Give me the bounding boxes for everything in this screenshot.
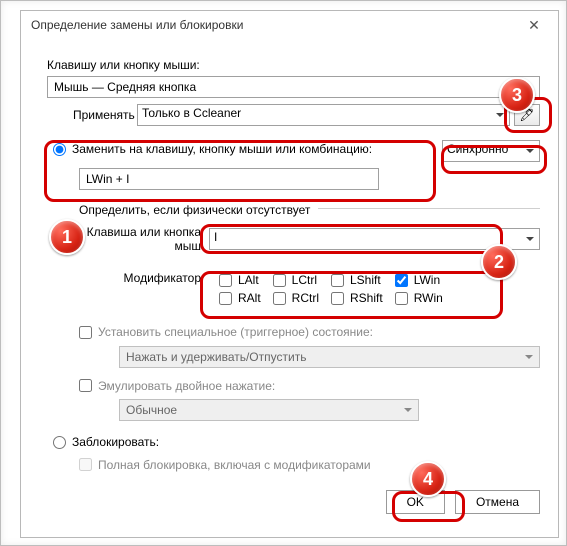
block-radio[interactable]: Заблокировать: <box>53 435 159 449</box>
full-block-check: Полная блокировка, включая с модификатор… <box>79 458 371 472</box>
emulate-double-check[interactable]: Эмулировать двойное нажатие: <box>79 379 275 393</box>
mod-lctrl[interactable]: LCtrl <box>273 273 319 287</box>
window-title: Определение замены или блокировки <box>31 18 243 32</box>
ok-button[interactable]: OK <box>386 490 445 514</box>
key-or-mouse-button-label: Клавиша или кнопка мыш <box>79 225 209 253</box>
replace-radio[interactable]: Заменить на клавишу, кнопку мыши или ком… <box>53 142 372 156</box>
mod-lalt[interactable]: LAlt <box>219 273 261 287</box>
picker-button[interactable]: 🖊 <box>514 104 540 126</box>
picker-icon: 🖊 <box>519 108 534 122</box>
sync-mode-select[interactable]: Синхронно <box>442 140 540 162</box>
replace-value-input[interactable] <box>79 168 379 190</box>
mod-ralt[interactable]: RAlt <box>219 291 261 305</box>
apply-to-label: Применять <box>47 108 137 122</box>
apply-to-select[interactable]: Только в Ccleaner <box>137 104 510 126</box>
mod-lwin[interactable]: LWin <box>395 273 443 287</box>
close-button[interactable]: ✕ <box>518 16 550 34</box>
modifiers-label: Модификатор <box>79 267 209 285</box>
close-icon: ✕ <box>528 18 540 32</box>
mod-lshift[interactable]: LShift <box>331 273 383 287</box>
special-state-select: Нажать и удерживать/Отпустить <box>119 346 540 368</box>
mod-rctrl[interactable]: RCtrl <box>273 291 319 305</box>
key-or-mouse-label: Клавишу или кнопку мыши: <box>47 58 540 72</box>
physical-key-select[interactable]: I <box>209 228 540 250</box>
titlebar: Определение замены или блокировки ✕ <box>21 11 558 40</box>
modifier-grid: LAlt LCtrl LShift LWin RAlt RCtrl RShift… <box>209 267 453 311</box>
cancel-button[interactable]: Отмена <box>455 490 540 514</box>
main-key-input[interactable] <box>47 76 540 98</box>
special-state-check[interactable]: Установить специальное (триггерное) сост… <box>79 325 373 339</box>
mod-rwin[interactable]: RWin <box>395 291 443 305</box>
mod-rshift[interactable]: RShift <box>331 291 383 305</box>
replace-radio-label: Заменить на клавишу, кнопку мыши или ком… <box>72 142 372 156</box>
define-if-missing-label: Определить, если физически отсутствует <box>79 203 310 217</box>
double-press-select: Обычное <box>119 399 419 421</box>
